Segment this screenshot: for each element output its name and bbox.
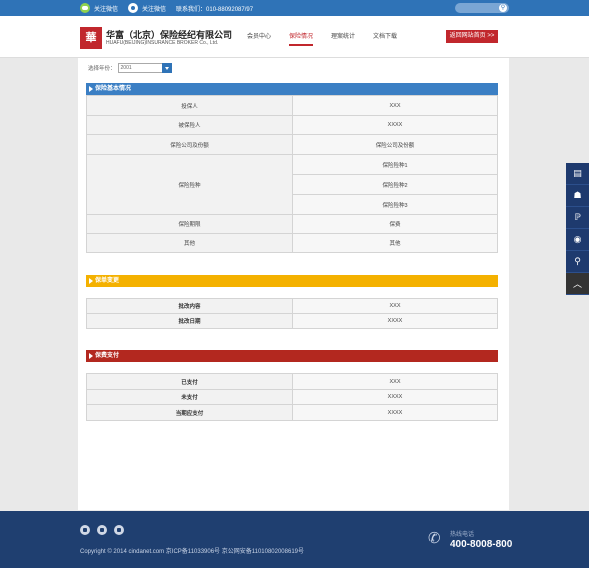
users-icon[interactable]: ☗ — [566, 185, 589, 207]
table-row: 批改日期 XXXX — [86, 313, 498, 329]
table-row: 被保险人 XXXX — [86, 115, 498, 135]
unpaid-label: 未支付 — [86, 389, 293, 405]
type-value-2: 保险险种2 — [292, 174, 498, 195]
weibo-icon[interactable] — [80, 525, 90, 535]
change-table: 批改内容 XXX 批改日期 XXXX — [86, 298, 498, 329]
other-value: 其他 — [292, 233, 498, 253]
insured-value: XXXX — [292, 115, 498, 135]
wechat-icon[interactable]: ◉ — [566, 229, 589, 251]
table-row: 保险期限 保费 — [86, 214, 498, 234]
basic-info-table: 投保人 XXX 被保险人 XXXX 保险公司及份额 保险公司及份额 保险险种 保… — [86, 95, 498, 253]
payment-table: 已支付 XXX 未支付 XXXX 当期应支付 XXXX — [86, 373, 498, 421]
company-label: 保险公司及份额 — [86, 134, 293, 155]
copyright-text: Copyright © 2014 cindanet.com 京ICP备11033… — [80, 549, 304, 555]
due-label: 当期应支付 — [86, 404, 293, 421]
hotline-number: 400-8008-800 — [450, 539, 513, 550]
floating-toolbar: ▤ ☗ ℙ ◉ ⚲ ︿ — [566, 163, 589, 295]
phone-icon: ✆ — [428, 530, 441, 547]
table-row: 批改内容 XXX — [86, 298, 498, 314]
contact-info: 联系我们：010-88092087/97 — [176, 4, 253, 13]
paid-value: XXX — [292, 373, 498, 390]
section-payment-title: 保费支付 — [95, 353, 120, 359]
back-to-top-icon[interactable]: ︿ — [566, 273, 589, 295]
section-change-title: 保单变更 — [95, 278, 120, 284]
year-select[interactable]: 2001 — [117, 63, 172, 73]
search-icon[interactable]: ⚲ — [566, 251, 589, 273]
nav-document-download[interactable]: 文档下载 — [373, 31, 397, 43]
weibo-icon — [128, 3, 139, 13]
follow-weibo-label: 关注微信 — [142, 6, 167, 13]
table-row: 已支付 XXX — [86, 373, 498, 390]
period-label: 保险期限 — [86, 214, 293, 234]
company-name-en: HUAFU(BEIJING)INSURANCE BROKER Co., Ltd. — [106, 40, 219, 46]
change-date-label: 批改日期 — [86, 313, 293, 329]
nav-insurance-status[interactable]: 保险情况 — [289, 31, 314, 46]
tencent-weibo-icon[interactable] — [97, 525, 107, 535]
change-date-value: XXXX — [292, 313, 498, 329]
main-panel: 选择年份： 2001 保险基本情况 投保人 XXX 被保险人 XXXX 保险公司… — [78, 58, 509, 510]
type-value-1: 保险险种1 — [292, 154, 498, 175]
search-input[interactable]: ⚲ — [455, 3, 509, 13]
unpaid-value: XXXX — [292, 389, 498, 405]
section-basic-header: 保险基本情况 — [86, 83, 498, 95]
section-payment-header: 保费支付 — [86, 350, 498, 362]
footer-social-icons — [80, 525, 131, 535]
wechat-icon — [80, 3, 90, 13]
hotline-label: 热线电话 — [450, 532, 475, 538]
section-basic-title: 保险基本情况 — [95, 86, 132, 92]
table-row: 未支付 XXXX — [86, 389, 498, 405]
contact-label: 联系我们：010-88092087/97 — [176, 6, 254, 13]
policyholder-value: XXX — [292, 95, 498, 116]
mail-icon[interactable] — [114, 525, 124, 535]
paid-label: 已支付 — [86, 373, 293, 390]
company-value: 保险公司及份额 — [292, 134, 498, 155]
table-row: 当期应支付 XXXX — [86, 404, 498, 421]
chevron-down-icon[interactable] — [161, 63, 172, 73]
year-filter-label: 选择年份： — [88, 66, 116, 72]
search-icon[interactable]: ⚲ — [499, 4, 507, 12]
year-select-value: 2001 — [120, 65, 132, 71]
logo-icon[interactable]: 華 — [80, 27, 102, 49]
follow-wechat-link[interactable]: 关注微信 — [80, 3, 118, 13]
table-row: 其他 其他 — [86, 233, 498, 253]
follow-wechat-label: 关注微信 — [94, 6, 119, 13]
year-filter: 选择年份： 2001 — [88, 63, 172, 73]
types-label: 保险险种 — [86, 154, 293, 215]
change-content-value: XXX — [292, 298, 498, 314]
return-home-button[interactable]: 返回网站首页 >> — [446, 30, 498, 43]
weibo-icon[interactable]: ℙ — [566, 207, 589, 229]
nav-member-center[interactable]: 会员中心 — [247, 31, 271, 43]
follow-weibo-link[interactable]: 关注微信 — [128, 3, 166, 13]
period-value: 保费 — [292, 214, 498, 234]
nav-claim-stats[interactable]: 理案统计 — [331, 31, 355, 43]
main-nav: 会员中心 保险情况 理案统计 文档下载 — [247, 31, 415, 46]
document-icon[interactable]: ▤ — [566, 163, 589, 185]
site-header: 華 华富（北京）保险经纪有限公司 HUAFU(BEIJING)INSURANCE… — [0, 16, 589, 58]
due-value: XXXX — [292, 404, 498, 421]
site-footer: Copyright © 2014 cindanet.com 京ICP备11033… — [0, 511, 589, 568]
policyholder-label: 投保人 — [86, 95, 293, 116]
top-bar: 关注微信 关注微信 联系我们：010-88092087/97 ⚲ — [0, 0, 589, 16]
change-content-label: 批改内容 — [86, 298, 293, 314]
other-label: 其他 — [86, 233, 293, 253]
insured-label: 被保险人 — [86, 115, 293, 135]
table-row: 保险公司及份额 保险公司及份额 — [86, 134, 498, 155]
table-row: 投保人 XXX — [86, 95, 498, 116]
table-row: 保险险种 保险险种1 — [86, 154, 498, 215]
type-value-3: 保险险种3 — [292, 194, 498, 215]
section-change-header: 保单变更 — [86, 275, 498, 287]
